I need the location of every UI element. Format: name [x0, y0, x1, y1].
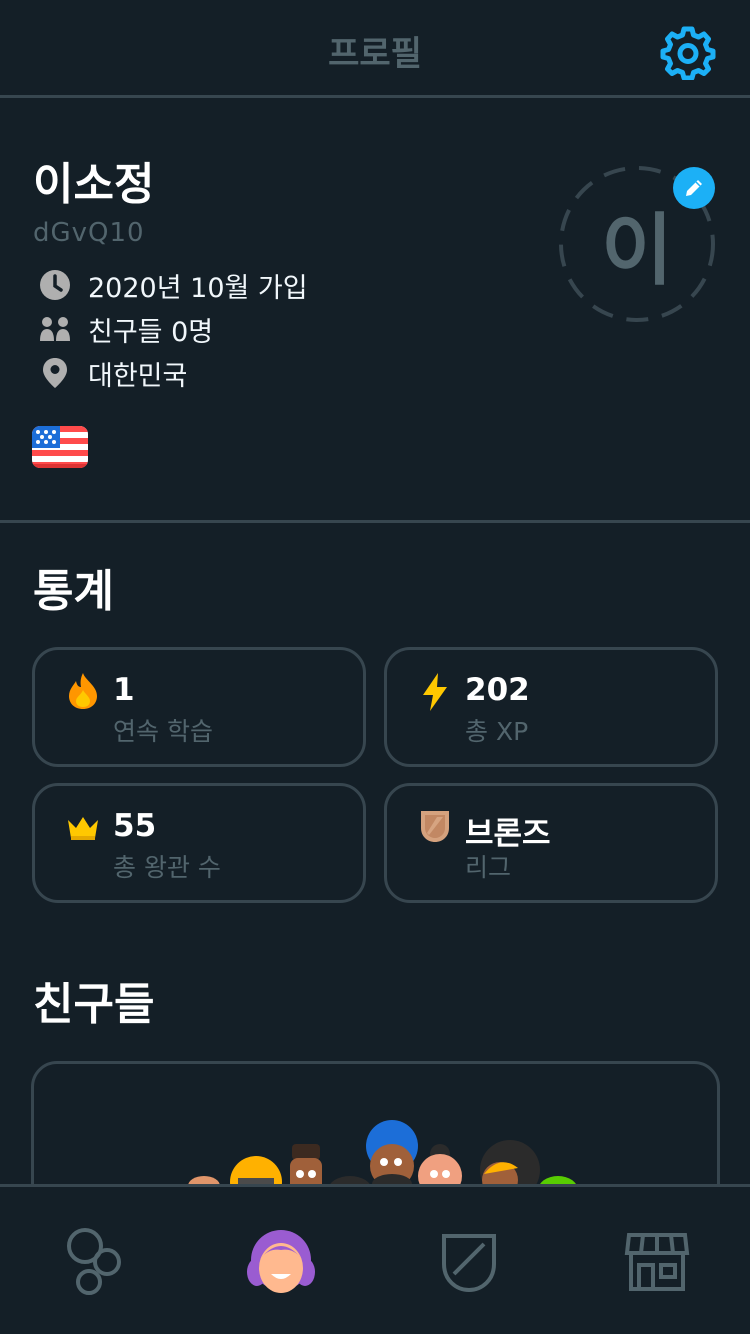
crowns-value: 55: [113, 808, 157, 844]
gear-icon: [660, 26, 716, 81]
stat-card-crowns: 55 총 왕관 수: [32, 783, 366, 903]
learn-icon: [67, 1228, 121, 1295]
friends-count: 친구들 0명: [88, 316, 214, 348]
profile-icon: [247, 1230, 315, 1293]
top-bar: 프로필: [0, 0, 750, 98]
crowns-label: 총 왕관 수: [113, 853, 221, 882]
location-pin-icon: [38, 356, 72, 390]
people-icon: [38, 312, 72, 346]
friends-illustration-icon: [188, 1120, 578, 1194]
stat-card-xp: 202 총 XP: [384, 647, 718, 767]
divider: [0, 520, 750, 523]
joined-row: 2020년 10월 가입: [38, 267, 308, 304]
bronze-shield-icon: [417, 808, 453, 848]
joined-date: 2020년 10월 가입: [88, 272, 308, 304]
edit-avatar-button[interactable]: [673, 167, 715, 209]
crown-icon: [65, 808, 101, 848]
page-title: 프로필: [328, 34, 422, 74]
leaderboard-icon: [442, 1234, 496, 1293]
xp-label: 총 XP: [465, 717, 529, 746]
nav-shop[interactable]: [612, 1217, 702, 1307]
shop-icon: [624, 1233, 690, 1291]
xp-value: 202: [465, 672, 530, 708]
streak-label: 연속 학습: [113, 717, 213, 746]
stats-title: 통계: [33, 566, 114, 617]
nav-leaderboard[interactable]: [424, 1217, 514, 1307]
league-value: 브론즈: [465, 816, 551, 852]
flame-icon: [65, 672, 101, 712]
settings-button[interactable]: [660, 24, 716, 81]
clock-icon: [38, 268, 72, 302]
stat-card-streak: 1 연속 학습: [32, 647, 366, 767]
nav-learn[interactable]: [48, 1217, 138, 1307]
friends-title: 친구들: [33, 979, 155, 1030]
username: dGvQ10: [33, 218, 145, 248]
league-label: 리그: [465, 853, 512, 882]
profile-name: 이소정: [33, 159, 155, 210]
lightning-icon: [417, 672, 453, 712]
friends-count-row[interactable]: 친구들 0명: [38, 311, 214, 348]
nav-profile[interactable]: [236, 1217, 326, 1307]
streak-value: 1: [113, 672, 135, 708]
us-flag-icon[interactable]: [32, 426, 88, 468]
country-row: 대한민국: [38, 355, 188, 392]
pencil-icon: [686, 180, 702, 196]
stat-card-league[interactable]: 브론즈 리그: [384, 783, 718, 903]
country: 대한민국: [88, 360, 188, 392]
bottom-nav: [0, 1184, 750, 1334]
